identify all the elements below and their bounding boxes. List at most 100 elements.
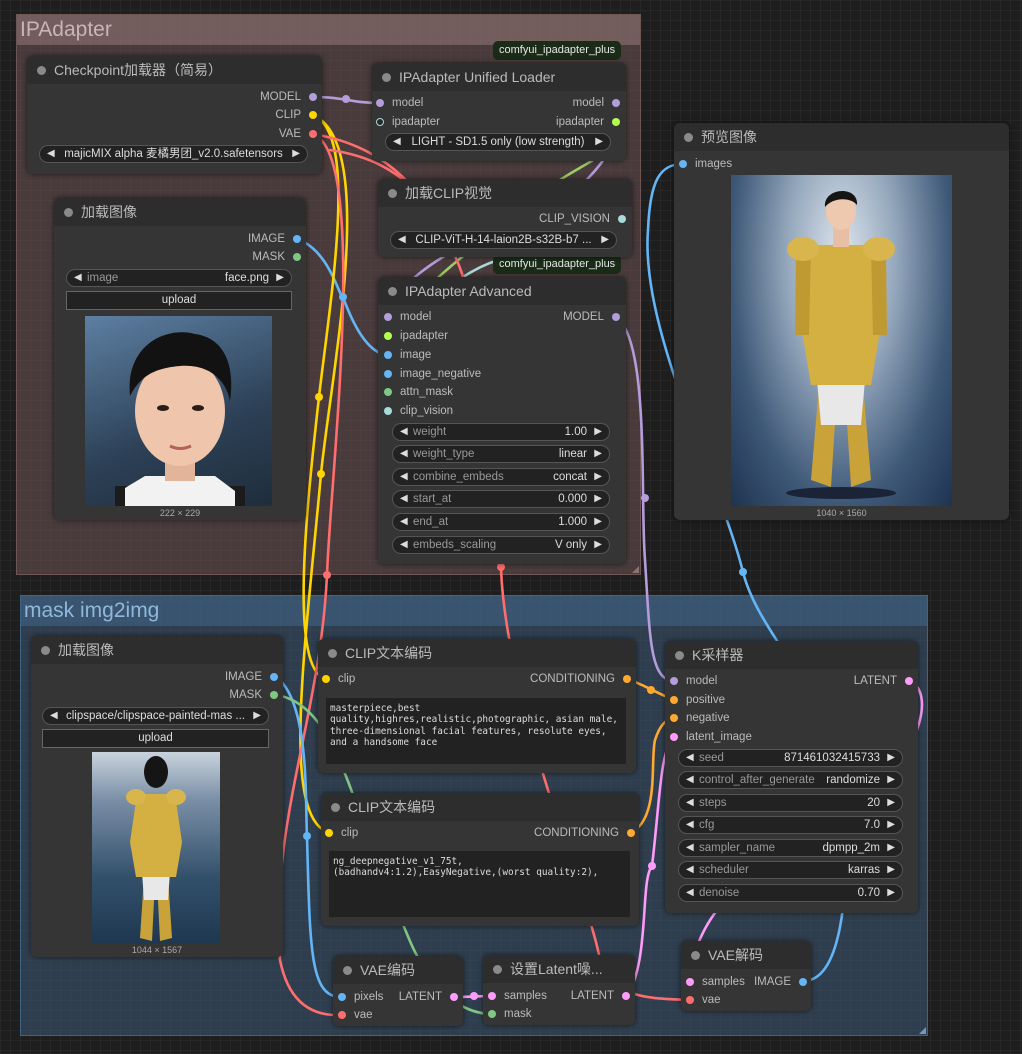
embeds-scaling-widget[interactable]: ◀ embeds_scaling V only ▶	[392, 536, 610, 554]
slot-dot[interactable]	[384, 332, 392, 340]
node-clip-text-encode-positive[interactable]: CLIP文本编码 clip CONDITIONING masterpiece,b…	[318, 639, 636, 773]
node-title[interactable]: CLIP文本编码	[321, 793, 639, 821]
node-title[interactable]: 加载CLIP视觉	[378, 179, 632, 207]
slot-dot[interactable]	[293, 235, 301, 243]
slot-dot[interactable]	[270, 673, 278, 681]
node-title[interactable]: VAE解码	[681, 941, 811, 969]
arrow-right-icon[interactable]: ▶	[594, 491, 602, 507]
node-title[interactable]: 加载图像	[31, 636, 283, 664]
input-samples[interactable]: samples	[686, 973, 745, 991]
input-ipadapter[interactable]: ipadapter	[376, 113, 440, 131]
slot-dot[interactable]	[384, 370, 392, 378]
upload-button[interactable]: upload	[66, 291, 292, 310]
arrow-right-icon[interactable]: ▶	[253, 708, 261, 724]
output-latent[interactable]: LATENT	[399, 988, 458, 1006]
ckpt-name-selector[interactable]: ◀ majicMIX alpha 麦橘男团_v2.0.safetensors ▶	[39, 145, 308, 163]
node-vae-decode[interactable]: VAE解码 samples vae IMAGE	[681, 941, 811, 1011]
arrow-left-icon[interactable]: ◀	[400, 469, 408, 485]
node-checkpoint-loader[interactable]: Checkpoint加载器（简易） MODEL CLIP VAE ◀ majic…	[27, 56, 322, 174]
arrow-right-icon[interactable]: ▶	[887, 840, 895, 856]
node-title[interactable]: 设置Latent噪...	[483, 955, 635, 983]
node-title[interactable]: 预览图像	[674, 123, 1009, 151]
arrow-left-icon[interactable]: ◀	[686, 862, 694, 878]
arrow-left-icon[interactable]: ◀	[400, 491, 408, 507]
scheduler-widget[interactable]: ◀ scheduler karras ▶	[678, 861, 903, 879]
input-images[interactable]: images	[679, 155, 732, 173]
collapse-dot-icon[interactable]	[388, 189, 397, 198]
collapse-dot-icon[interactable]	[37, 66, 46, 75]
output-ipadapter[interactable]: ipadapter	[556, 113, 620, 131]
arrow-right-icon[interactable]: ▶	[594, 446, 602, 462]
collapse-dot-icon[interactable]	[675, 651, 684, 660]
group-resize-handle[interactable]	[632, 566, 639, 573]
slot-dot[interactable]	[338, 993, 346, 1001]
output-conditioning[interactable]: CONDITIONING	[534, 824, 635, 842]
arrow-left-icon[interactable]: ◀	[400, 514, 408, 530]
input-vae[interactable]: vae	[686, 991, 721, 1009]
seed-widget[interactable]: ◀ seed 871461032415733 ▶	[678, 749, 903, 767]
slot-dot[interactable]	[384, 407, 392, 415]
slot-dot[interactable]	[670, 714, 678, 722]
arrow-left-icon[interactable]: ◀	[686, 817, 694, 833]
arrow-right-icon[interactable]: ▶	[595, 134, 603, 150]
output-vae[interactable]: VAE	[279, 125, 317, 143]
slot-dot[interactable]	[322, 675, 330, 683]
arrow-left-icon[interactable]: ◀	[398, 232, 406, 248]
node-set-latent-noise-mask[interactable]: 设置Latent噪... samples mask LATENT	[483, 955, 635, 1025]
arrow-right-icon[interactable]: ▶	[276, 270, 284, 286]
slot-dot[interactable]	[670, 733, 678, 741]
input-attn-mask[interactable]: attn_mask	[384, 383, 453, 401]
combine-embeds-widget[interactable]: ◀ combine_embeds concat ▶	[392, 468, 610, 486]
slot-dot[interactable]	[799, 978, 807, 986]
input-clip[interactable]: clip	[322, 670, 355, 688]
slot-dot[interactable]	[384, 351, 392, 359]
preset-selector[interactable]: ◀ LIGHT - SD1.5 only (low strength) ▶	[385, 133, 611, 151]
slot-dot[interactable]	[338, 1011, 346, 1019]
control-after-generate-widget[interactable]: ◀ control_after_generate randomize ▶	[678, 771, 903, 789]
node-load-image-mask[interactable]: 加载图像 IMAGE MASK ◀ clipspace/clipspace-pa…	[31, 636, 283, 957]
arrow-left-icon[interactable]: ◀	[74, 270, 82, 286]
output-image[interactable]: IMAGE	[225, 668, 278, 686]
output-image[interactable]: IMAGE	[248, 230, 301, 248]
input-mask[interactable]: mask	[488, 1005, 531, 1023]
slot-dot[interactable]	[686, 996, 694, 1004]
arrow-right-icon[interactable]: ▶	[594, 424, 602, 440]
slot-dot[interactable]	[384, 313, 392, 321]
node-clip-text-encode-negative[interactable]: CLIP文本编码 clip CONDITIONING ng_deepnegati…	[321, 793, 639, 926]
input-ipadapter[interactable]: ipadapter	[384, 327, 448, 345]
input-image-negative[interactable]: image_negative	[384, 365, 481, 383]
arrow-left-icon[interactable]: ◀	[400, 446, 408, 462]
arrow-left-icon[interactable]: ◀	[686, 750, 694, 766]
start-at-widget[interactable]: ◀ start_at 0.000 ▶	[392, 490, 610, 508]
weight-type-widget[interactable]: ◀ weight_type linear ▶	[392, 445, 610, 463]
node-title[interactable]: IPAdapter Unified Loader	[372, 63, 626, 91]
arrow-right-icon[interactable]: ▶	[887, 750, 895, 766]
slot-dot[interactable]	[325, 829, 333, 837]
arrow-left-icon[interactable]: ◀	[686, 795, 694, 811]
slot-dot[interactable]	[450, 993, 458, 1001]
node-title[interactable]: VAE编码	[333, 956, 463, 984]
input-pixels[interactable]: pixels	[338, 988, 383, 1006]
arrow-right-icon[interactable]: ▶	[887, 795, 895, 811]
slot-dot[interactable]	[376, 118, 384, 126]
output-image[interactable]: IMAGE	[754, 973, 807, 991]
node-clip-vision-loader[interactable]: 加载CLIP视觉 CLIP_VISION ◀ CLIP-ViT-H-14-lai…	[378, 179, 632, 257]
slot-dot[interactable]	[670, 696, 678, 704]
output-mask[interactable]: MASK	[229, 686, 278, 704]
output-latent[interactable]: LATENT	[854, 672, 913, 690]
arrow-left-icon[interactable]: ◀	[47, 146, 55, 162]
collapse-dot-icon[interactable]	[388, 287, 397, 296]
output-conditioning[interactable]: CONDITIONING	[530, 670, 631, 688]
output-mask[interactable]: MASK	[252, 248, 301, 266]
negative-prompt-textarea[interactable]: ng_deepnegative_v1_75t,(badhandv4:1.2),E…	[329, 851, 630, 917]
arrow-left-icon[interactable]: ◀	[400, 537, 408, 553]
arrow-right-icon[interactable]: ▶	[601, 232, 609, 248]
collapse-dot-icon[interactable]	[328, 649, 337, 658]
slot-dot[interactable]	[627, 829, 635, 837]
input-model[interactable]: model	[670, 672, 717, 690]
collapse-dot-icon[interactable]	[64, 208, 73, 217]
slot-dot[interactable]	[270, 691, 278, 699]
upload-button[interactable]: upload	[42, 729, 269, 748]
arrow-left-icon[interactable]: ◀	[686, 840, 694, 856]
input-vae[interactable]: vae	[338, 1006, 373, 1024]
